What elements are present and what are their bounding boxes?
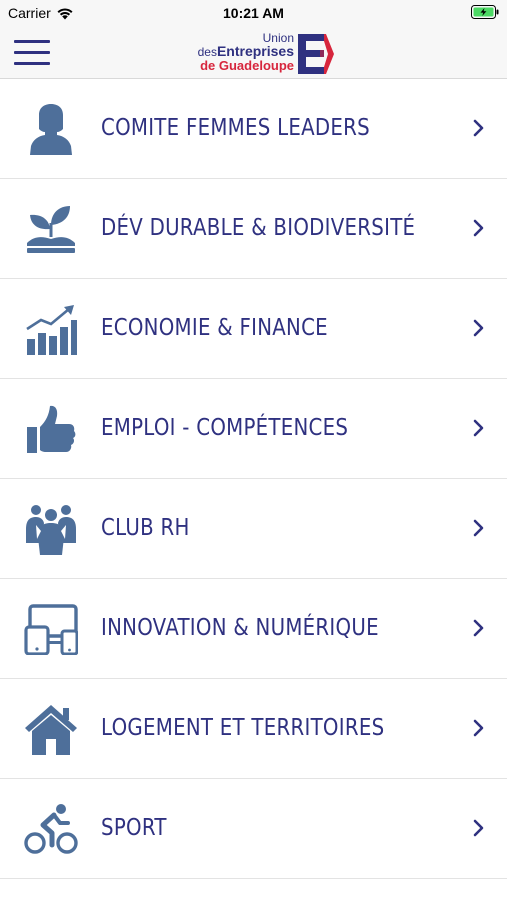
logo-line-guadeloupe: de Guadeloupe: [200, 58, 294, 73]
list-item-logement-territoires[interactable]: LOGEMENT ET TERRITOIRES: [0, 679, 507, 779]
list-item-club-rh[interactable]: CLUB RH: [0, 479, 507, 579]
chevron-right-icon: [473, 819, 484, 837]
logo: Union desEntreprises de Guadeloupe: [170, 30, 340, 76]
list-item-label: SPORT: [101, 815, 167, 841]
list-item-emploi-competences[interactable]: EMPLOI - COMPÉTENCES: [0, 379, 507, 479]
people-group-icon: [26, 505, 76, 555]
list-item-label: CLUB RH: [101, 515, 190, 541]
growth-chart-icon: [26, 305, 77, 355]
status-bar: Carrier 10:21 AM: [0, 0, 507, 28]
devices-icon: [24, 604, 78, 655]
hamburger-menu-icon[interactable]: [14, 40, 50, 66]
logo-mark-icon: [298, 34, 334, 74]
chevron-right-icon: [473, 119, 484, 137]
battery-charging-icon: [471, 5, 499, 22]
list-item-label: EMPLOI - COMPÉTENCES: [101, 415, 349, 441]
chevron-right-icon: [473, 519, 484, 537]
chevron-right-icon: [473, 719, 484, 737]
list-item-label: ECONOMIE & FINANCE: [101, 315, 328, 341]
chevron-right-icon: [473, 619, 484, 637]
woman-icon: [30, 104, 72, 155]
status-time: 10:21 AM: [223, 5, 284, 21]
list-item-label: COMITE FEMMES LEADERS: [101, 115, 370, 141]
list-item-dev-durable-biodiversite[interactable]: DÉV DURABLE & BIODIVERSITÉ: [0, 179, 507, 279]
list-item-label: DÉV DURABLE & BIODIVERSITÉ: [101, 215, 416, 241]
logo-line-entreprises: desEntreprises: [197, 43, 294, 59]
chevron-right-icon: [473, 219, 484, 237]
plant-icon: [27, 206, 75, 253]
list-item-comite-femmes-leaders[interactable]: COMITE FEMMES LEADERS: [0, 79, 507, 179]
list-item-label: INNOVATION & NUMÉRIQUE: [101, 615, 379, 641]
chevron-right-icon: [473, 419, 484, 437]
chevron-right-icon: [473, 319, 484, 337]
thumbs-up-icon: [27, 405, 76, 453]
navigation-bar: Union desEntreprises de Guadeloupe: [0, 28, 507, 79]
list-item-innovation-numerique[interactable]: INNOVATION & NUMÉRIQUE: [0, 579, 507, 679]
category-list: COMITE FEMMES LEADERS DÉV DURABLE & BIOD…: [0, 79, 507, 879]
list-item-economie-finance[interactable]: ECONOMIE & FINANCE: [0, 279, 507, 379]
house-icon: [25, 705, 77, 755]
logo-text: Union desEntreprises de Guadeloupe: [197, 32, 294, 73]
cyclist-icon: [24, 804, 78, 854]
logo-des: des: [197, 45, 217, 59]
list-item-sport[interactable]: SPORT: [0, 779, 507, 879]
list-item-label: LOGEMENT ET TERRITOIRES: [101, 715, 385, 741]
logo-entreprises: Entreprises: [216, 43, 294, 59]
